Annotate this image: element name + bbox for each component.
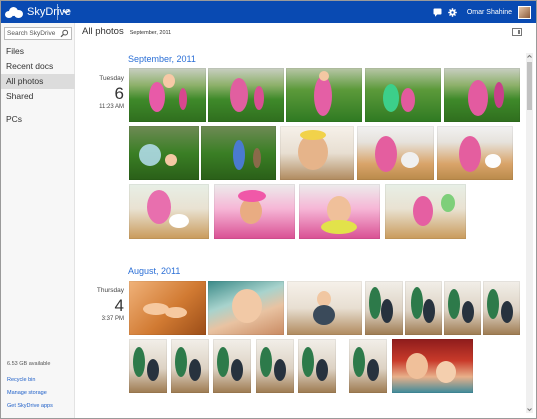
photo-thumbnail[interactable] (129, 68, 206, 122)
photo-thumbnail[interactable] (392, 339, 473, 393)
top-bar: SkyDrive Omar Shahine (1, 1, 536, 23)
details-pane-icon[interactable] (512, 28, 522, 36)
main-content: All photos September, 2011 September, 20… (76, 23, 536, 418)
sidebar-item-recent-docs[interactable]: Recent docs (1, 59, 75, 74)
photo-thumbnail[interactable] (299, 184, 380, 239)
search-box (4, 27, 72, 40)
photo-thumbnail[interactable] (444, 68, 520, 122)
storage-available: 6.53 GB available (7, 361, 51, 367)
photo-thumbnail[interactable] (437, 126, 513, 180)
day-number: 6 (114, 84, 124, 103)
photo-thumbnail[interactable] (444, 281, 481, 335)
date-group-september: Tuesday 6 11:23 AM (90, 75, 124, 110)
photo-thumbnail[interactable] (214, 184, 295, 239)
search-icon[interactable] (60, 29, 69, 38)
photo-thumbnail[interactable] (349, 339, 387, 393)
sidebar-footer: 6.53 GB available Recycle bin Manage sto… (7, 359, 75, 413)
photo-thumbnail[interactable] (208, 68, 284, 122)
scroll-down-arrow-icon[interactable] (526, 406, 533, 413)
time-label: 3:37 PM (101, 316, 124, 322)
user-name[interactable]: Omar Shahine (467, 9, 512, 16)
topbar-divider (57, 4, 58, 20)
photo-thumbnail[interactable] (129, 281, 206, 335)
weekday-label: Thursday (96, 287, 124, 294)
photo-thumbnail[interactable] (298, 339, 336, 393)
chat-icon[interactable] (433, 8, 442, 17)
chevron-down-icon[interactable] (60, 5, 72, 19)
photo-thumbnail[interactable] (365, 281, 403, 335)
photo-thumbnail[interactable] (129, 184, 209, 239)
scroll-up-arrow-icon[interactable] (526, 53, 533, 60)
photo-thumbnail[interactable] (483, 281, 520, 335)
search-input[interactable] (6, 28, 60, 39)
page-subtitle: September, 2011 (129, 30, 172, 36)
page-title: All photos (82, 26, 124, 37)
scrollbar-thumb[interactable] (527, 62, 532, 110)
photo-thumbnail[interactable] (280, 126, 354, 180)
avatar[interactable] (518, 5, 531, 19)
photo-thumbnail[interactable] (286, 68, 362, 122)
photo-thumbnail[interactable] (201, 126, 276, 180)
gear-icon[interactable] (448, 7, 457, 17)
photo-thumbnail[interactable] (256, 339, 294, 393)
top-right-controls: Omar Shahine (433, 4, 531, 20)
section-heading-august: August, 2011 (128, 266, 181, 276)
day-number: 4 (114, 296, 124, 315)
skydrive-window: SkyDrive Omar Shahine Search SkyDrive Fi… (0, 0, 537, 419)
get-apps-link[interactable]: Get SkyDrive apps (7, 400, 75, 413)
photo-thumbnail[interactable] (365, 68, 441, 122)
photo-thumbnail[interactable] (171, 339, 209, 393)
sidebar-item-files[interactable]: Files (1, 44, 75, 59)
photo-thumbnail[interactable] (357, 126, 434, 180)
page-header: All photos September, 2011 (82, 26, 171, 41)
recycle-bin-link[interactable]: Recycle bin (7, 374, 75, 387)
sidebar-nav: Files Recent docs All photos Shared PCs (1, 44, 75, 127)
photo-thumbnail[interactable] (385, 184, 466, 239)
photo-thumbnail[interactable] (129, 126, 199, 180)
vertical-scrollbar[interactable] (526, 53, 533, 413)
photo-thumbnail[interactable] (129, 339, 167, 393)
weekday-label: Tuesday (99, 75, 124, 82)
sidebar-item-shared[interactable]: Shared (1, 89, 75, 104)
photo-thumbnail[interactable] (405, 281, 442, 335)
sidebar-item-pcs[interactable]: PCs (1, 112, 75, 127)
section-heading-september: September, 2011 (128, 54, 196, 64)
cloud-icon (5, 6, 23, 18)
sidebar-item-all-photos[interactable]: All photos (1, 74, 75, 89)
photo-thumbnail[interactable] (213, 339, 251, 393)
time-label: 11:23 AM (99, 104, 124, 110)
manage-storage-link[interactable]: Manage storage (7, 387, 75, 400)
photo-thumbnail[interactable] (287, 281, 362, 335)
photo-thumbnail[interactable] (208, 281, 284, 335)
date-group-august: Thursday 4 3:37 PM (90, 287, 124, 322)
sidebar: Files Recent docs All photos Shared PCs … (1, 23, 75, 418)
